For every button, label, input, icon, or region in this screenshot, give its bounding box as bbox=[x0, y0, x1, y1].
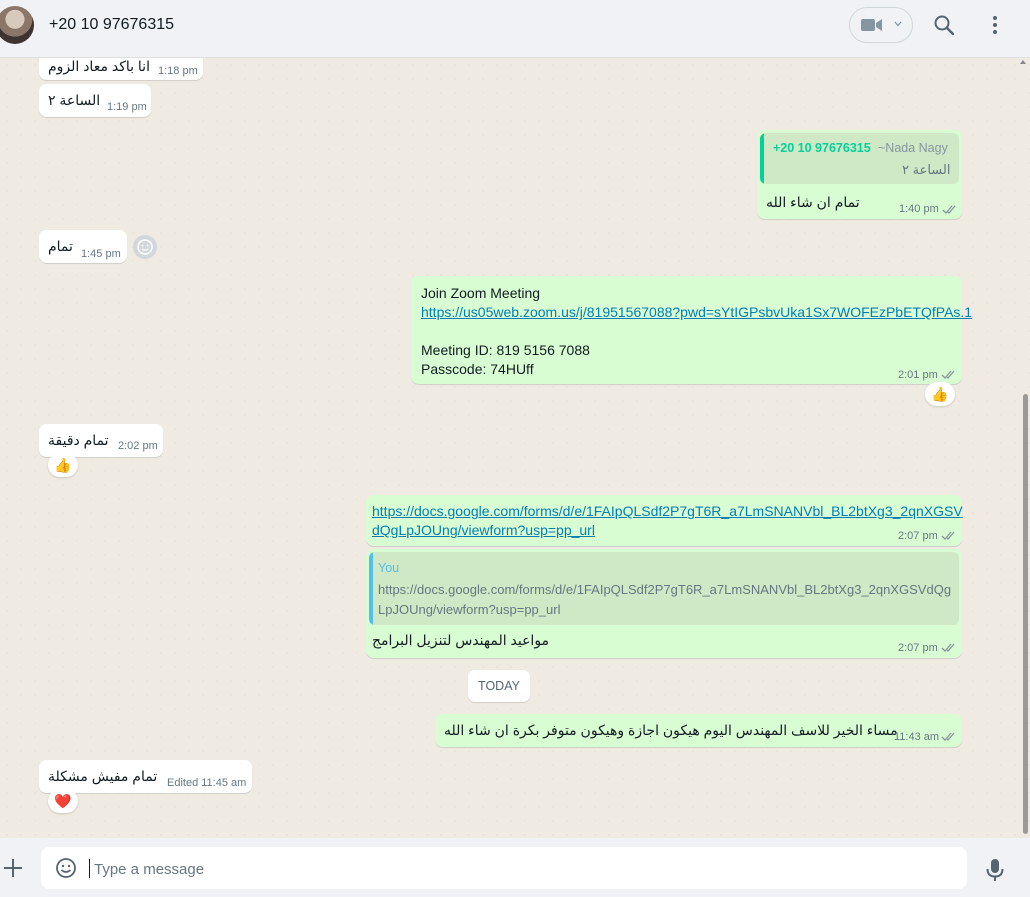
message-outgoing-reply[interactable]: You https://docs.google.com/forms/d/e/1F… bbox=[366, 549, 962, 658]
contact-avatar[interactable] bbox=[0, 6, 34, 44]
message-text: تمام دقيقة bbox=[48, 432, 109, 448]
video-call-icon bbox=[861, 19, 882, 31]
message-time: Edited 11:45 am bbox=[167, 777, 247, 789]
message-time: 1:45 pm bbox=[81, 248, 121, 260]
double-check-icon bbox=[941, 531, 955, 540]
double-check-icon bbox=[941, 643, 955, 652]
chevron-down-icon bbox=[894, 21, 902, 27]
message-text: تمام ان شاء الله bbox=[766, 194, 860, 210]
plus-icon[interactable] bbox=[3, 858, 23, 878]
message-line: Meeting ID: 819 5156 7088 bbox=[421, 342, 590, 358]
message-incoming[interactable]: تمام دقيقة 2:02 pm bbox=[39, 424, 163, 457]
text-caret bbox=[89, 859, 90, 878]
quote-text: الساعة ٢ bbox=[902, 162, 951, 177]
double-check-icon bbox=[941, 732, 955, 741]
message-text: مواعيد المهندس لتنزيل البرامج bbox=[372, 632, 550, 648]
message-reaction[interactable]: ❤️ bbox=[48, 789, 78, 813]
scrollbar[interactable] bbox=[1023, 394, 1028, 834]
mic-icon[interactable] bbox=[985, 858, 1005, 882]
quote-author: You bbox=[378, 561, 400, 575]
quoted-message[interactable]: +20 10 97676315 ~Nada Nagy الساعة ٢ bbox=[760, 133, 959, 184]
quote-author-tag: ~Nada Nagy bbox=[878, 141, 948, 155]
message-time: 1:40 pm bbox=[899, 203, 939, 215]
composer-bar bbox=[0, 838, 1030, 897]
message-input[interactable] bbox=[92, 847, 936, 891]
google-form-link[interactable]: dQgLpJOUng/viewform?usp=pp_url bbox=[372, 522, 595, 538]
message-time: 11:43 am bbox=[894, 731, 940, 743]
double-check-icon bbox=[942, 205, 956, 214]
message-line: Passcode: 74HUff bbox=[421, 361, 534, 377]
message-time: 1:19 pm bbox=[107, 101, 147, 113]
message-reaction[interactable]: 👍 bbox=[48, 453, 78, 477]
message-outgoing-reply[interactable]: +20 10 97676315 ~Nada Nagy الساعة ٢ تمام… bbox=[757, 130, 962, 219]
message-incoming[interactable]: تمام مفيش مشكلة Edited 11:45 am bbox=[39, 760, 252, 793]
date-divider: TODAY bbox=[468, 670, 530, 702]
google-form-link[interactable]: https://docs.google.com/forms/d/e/1FAIpQ… bbox=[372, 503, 963, 519]
message-text: تمام bbox=[48, 238, 73, 254]
message-time: 2:07 pm bbox=[898, 530, 938, 542]
video-call-button[interactable] bbox=[849, 7, 913, 43]
double-check-icon bbox=[941, 370, 955, 379]
message-time: 2:02 pm bbox=[118, 440, 158, 452]
chat-header: +20 10 97676315 bbox=[0, 0, 1030, 58]
message-incoming[interactable]: انا باكد معاد الزوم 1:18 pm bbox=[39, 58, 203, 80]
quote-text: https://docs.google.com/forms/d/e/1FAIpQ… bbox=[378, 582, 952, 597]
message-outgoing[interactable]: https://docs.google.com/forms/d/e/1FAIpQ… bbox=[366, 495, 963, 546]
message-outgoing[interactable]: مساء الخير للاسف المهندس اليوم هيكون اجا… bbox=[435, 714, 962, 747]
message-list[interactable]: انا باكد معاد الزوم 1:18 pm الساعة ٢ 1:1… bbox=[0, 58, 1030, 838]
message-text: انا باكد معاد الزوم bbox=[48, 58, 150, 74]
message-text: الساعة ٢ bbox=[48, 92, 101, 108]
quoted-message[interactable]: You https://docs.google.com/forms/d/e/1F… bbox=[369, 552, 959, 625]
message-input-box[interactable] bbox=[41, 847, 967, 891]
message-outgoing[interactable]: Join Zoom Meeting https://us05web.zoom.u… bbox=[411, 276, 972, 384]
zoom-meeting-link[interactable]: https://us05web.zoom.us/j/81951567088?pw… bbox=[421, 304, 972, 320]
emoji-icon[interactable] bbox=[55, 857, 77, 879]
message-text: مساء الخير للاسف المهندس اليوم هيكون اجا… bbox=[444, 722, 898, 738]
message-incoming[interactable]: الساعة ٢ 1:19 pm bbox=[39, 84, 151, 117]
message-time: 1:18 pm bbox=[158, 65, 198, 77]
search-icon[interactable] bbox=[933, 14, 955, 36]
message-time: 2:01 pm bbox=[898, 369, 938, 381]
message-time: 2:07 pm bbox=[898, 642, 938, 654]
scroll-up-arrow[interactable] bbox=[1020, 60, 1026, 64]
quote-text: LpJOUng/viewform?usp=pp_url bbox=[378, 602, 561, 617]
quote-bar bbox=[760, 133, 764, 184]
message-text: تمام مفيش مشكلة bbox=[48, 768, 158, 784]
quote-author: +20 10 97676315 bbox=[773, 141, 871, 155]
contact-name[interactable]: +20 10 97676315 bbox=[49, 16, 174, 34]
menu-icon[interactable] bbox=[985, 14, 1005, 36]
react-emoji-icon[interactable] bbox=[133, 235, 157, 259]
message-incoming[interactable]: تمام 1:45 pm bbox=[39, 230, 127, 263]
quote-bar bbox=[369, 552, 373, 625]
message-line: Join Zoom Meeting bbox=[421, 285, 541, 301]
message-reaction[interactable]: 👍 bbox=[925, 382, 955, 406]
